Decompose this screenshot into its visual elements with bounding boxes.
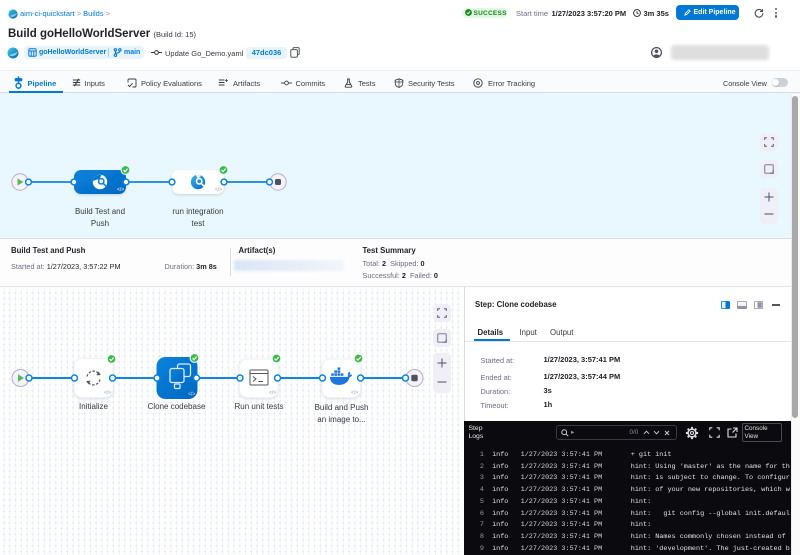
svg-text:</>: </>	[351, 390, 358, 396]
svg-text:</>: </>	[104, 390, 111, 396]
svg-text:</>: </>	[188, 391, 195, 397]
svg-text:</>: </>	[117, 187, 124, 193]
svg-text:</>: </>	[269, 390, 276, 396]
svg-text:</>: </>	[215, 187, 222, 193]
